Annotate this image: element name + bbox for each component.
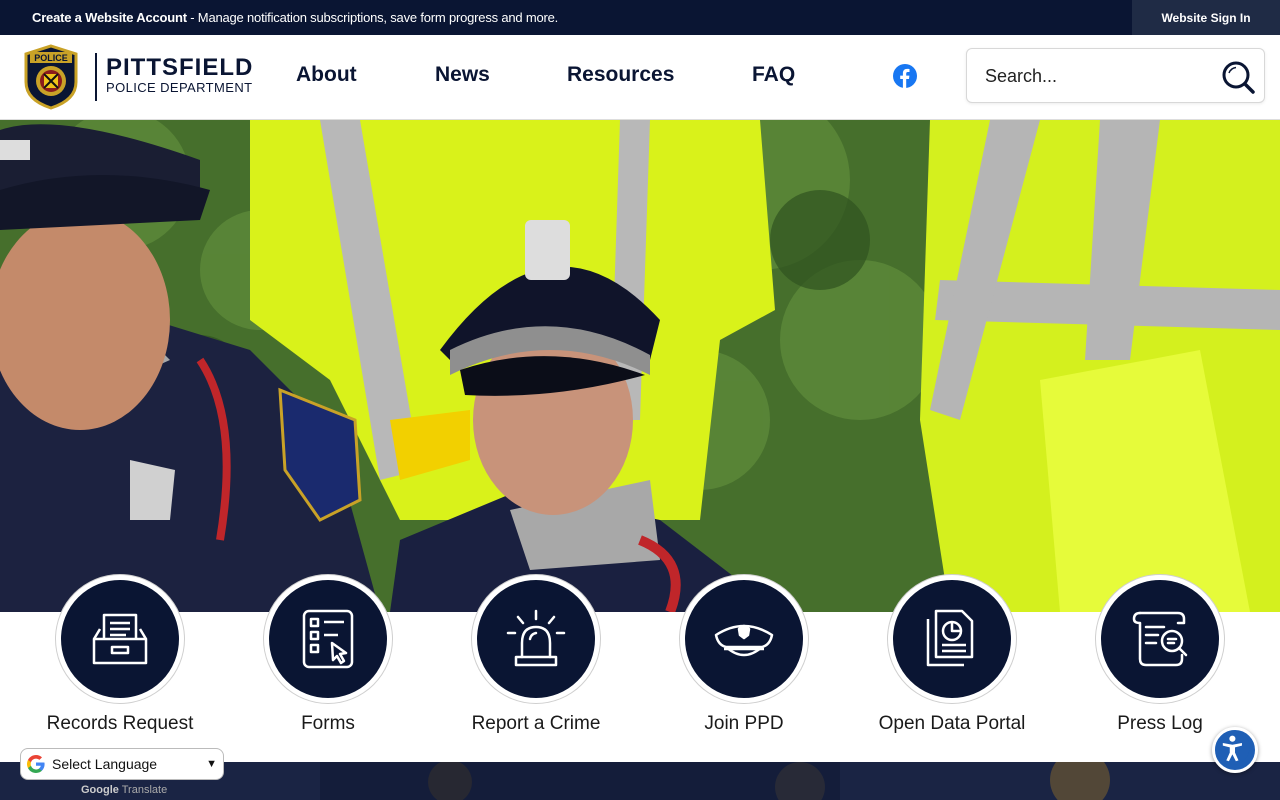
google-g-icon [27, 755, 45, 773]
chevron-down-icon: ▼ [206, 758, 217, 770]
quick-link-join-ppd[interactable]: Join PPD [640, 575, 848, 755]
checklist-form-icon [302, 609, 354, 669]
quick-link-open-data-portal[interactable]: Open Data Portal [848, 575, 1056, 755]
search-input[interactable] [985, 61, 1205, 91]
scroll-search-icon [1132, 611, 1188, 667]
top-notification-bar: Create a Website Account - Manage notifi… [0, 0, 1280, 35]
hero-officers-photo [0, 120, 1280, 612]
nav-faq[interactable]: FAQ [752, 63, 795, 87]
logo-subtitle[interactable]: POLICE DEPARTMENT [106, 81, 252, 95]
accessibility-icon[interactable] [1212, 727, 1258, 773]
account-message: Create a Website Account - Manage notifi… [32, 10, 558, 25]
quick-link-label: Report a Crime [471, 713, 601, 734]
police-badge-logo[interactable]: POLICE [22, 44, 80, 110]
nav-news[interactable]: News [435, 63, 490, 87]
nav-about[interactable]: About [296, 63, 357, 87]
translate-text: Translate [121, 784, 168, 796]
search-icon[interactable] [1220, 59, 1256, 95]
quick-link-circle [680, 575, 808, 703]
hero-image [0, 120, 1280, 612]
svg-text:POLICE: POLICE [34, 53, 68, 63]
logo-title[interactable]: PITTSFIELD [106, 56, 253, 80]
quick-links-section: Records Request Forms Report a Crime Joi… [0, 575, 1280, 762]
google-text: Google [81, 784, 119, 796]
language-select[interactable]: Select Language ▼ [20, 748, 224, 780]
quick-link-label: Join PPD [704, 713, 784, 734]
police-cap-icon [714, 624, 774, 657]
inbox-tray-icon [92, 613, 148, 665]
quick-link-records-request[interactable]: Records Request [16, 575, 224, 755]
quick-link-forms[interactable]: Forms [224, 575, 432, 755]
quick-link-circle [1096, 575, 1224, 703]
account-message-text: - Manage notification subscriptions, sav… [186, 10, 559, 25]
quick-link-circle [472, 575, 600, 703]
logo-divider [95, 53, 97, 101]
quick-link-label: Records Request [46, 713, 194, 734]
quick-link-circle [56, 575, 184, 703]
quick-link-label: Forms [301, 713, 355, 734]
nav-resources[interactable]: Resources [567, 63, 674, 87]
website-sign-in-button[interactable]: Website Sign In [1132, 0, 1280, 35]
data-report-icon [926, 609, 974, 667]
powered-by-google-translate[interactable]: Google Translate [81, 784, 167, 796]
facebook-icon[interactable] [893, 64, 917, 88]
quick-link-label: Open Data Portal [878, 713, 1026, 734]
quick-link-report-a-crime[interactable]: Report a Crime [432, 575, 640, 755]
site-header: POLICE PITTSFIELD POLICE DEPARTMENT Abou… [0, 35, 1280, 120]
quick-link-circle [264, 575, 392, 703]
search-box [966, 48, 1265, 103]
language-select-label: Select Language [52, 756, 158, 772]
siren-light-icon [506, 609, 566, 667]
quick-link-circle [888, 575, 1016, 703]
create-account-link[interactable]: Create a Website Account [32, 10, 187, 25]
